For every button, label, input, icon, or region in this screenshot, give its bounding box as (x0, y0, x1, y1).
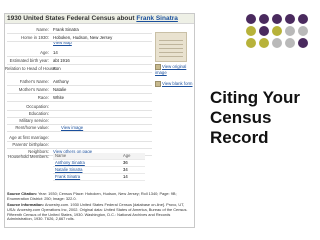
field-label: Mother's Name: (18, 87, 49, 92)
field-value: 14 (53, 50, 58, 55)
field-value: Son (53, 66, 61, 71)
view-blank-form-link[interactable]: View blank form (155, 81, 193, 87)
row-divider (7, 41, 152, 42)
source-citation: Source Citation: Year: 1930; Census Plac… (7, 191, 190, 202)
table-row: Natalie Sinatra 34 (53, 167, 145, 174)
person-name-link[interactable]: Frank Sinatra (136, 15, 178, 22)
member-name-link[interactable]: Frank Sinatra (55, 174, 80, 180)
row-divider (7, 72, 152, 73)
table-row: Anthony Sinatra 36 (53, 160, 145, 167)
record-field-row: Relation to Head of House: Son (5, 65, 151, 72)
decorative-dot (285, 26, 295, 36)
slide-title-line-3: Record (210, 128, 269, 147)
member-age: 36 (123, 160, 128, 165)
view-original-image-link[interactable]: View original image (155, 64, 189, 75)
decorative-dot (259, 38, 269, 48)
decorative-dot (272, 26, 282, 36)
field-label: Father's Name: (19, 79, 49, 84)
decorative-dot (272, 38, 282, 48)
member-age: 34 (123, 167, 128, 172)
decorative-dot (246, 38, 256, 48)
record-field-row: Occupation: (5, 103, 151, 110)
about-label: about (116, 15, 135, 22)
record-field-row: Parents' birthplace: (5, 141, 151, 148)
field-label: Occupation: (26, 104, 49, 109)
record-field-row: Race: White (5, 94, 151, 101)
household-header-row: Name Age (53, 153, 145, 160)
field-label: Estimated birth year: (9, 58, 49, 63)
field-label: Age at first marriage: (9, 135, 49, 140)
decorative-dot (246, 14, 256, 24)
record-field-row: Father's Name: Anthony (5, 78, 151, 85)
field-label: Name: (36, 27, 49, 32)
record-field-row: Home in 1930: Hoboken, Hudson, New Jersey… (5, 34, 151, 45)
field-label: Military service: (19, 118, 49, 123)
row-divider (7, 131, 152, 132)
field-value: abt 1916 (53, 58, 70, 63)
decorative-dot (298, 26, 308, 36)
record-field-row: Rent/home value: View image (5, 124, 151, 131)
slide-title-line-1: Citing Your (210, 88, 301, 107)
field-link[interactable]: View image (61, 124, 83, 131)
household-table: Name Age Anthony Sinatra 36 Natalie Sina… (53, 153, 145, 181)
decorative-dot (246, 26, 256, 36)
decorative-dot (272, 14, 282, 24)
decorative-dot (298, 38, 308, 48)
household-label: Household Members: (8, 154, 49, 159)
form-icon (155, 81, 161, 87)
record-image-thumbnail[interactable] (155, 32, 187, 62)
decorative-dot (298, 14, 308, 24)
field-value: White (53, 95, 64, 100)
census-title: 1930 United States Federal Census (7, 15, 116, 22)
household-section: Household Members: Name Age Anthony Sina… (5, 153, 194, 183)
decorative-dot (285, 14, 295, 24)
record-field-row: Age at first marriage: (5, 134, 151, 141)
field-value: Anthony (53, 79, 69, 84)
field-label: Race: (37, 95, 49, 100)
record-header: 1930 United States Federal Census about … (5, 14, 194, 24)
record-field-row: Mother's Name: Natalie (5, 86, 151, 93)
slide-title: Citing Your Census Record (210, 88, 315, 148)
col-name-header: Name (55, 153, 67, 158)
member-age: 14 (123, 174, 128, 179)
field-value: Natalie (53, 87, 67, 92)
col-age-header: Age (123, 153, 131, 158)
decorative-dot (259, 26, 269, 36)
record-field-row: Estimated birth year: abt 1916 (5, 57, 151, 64)
field-label: Age: (40, 50, 49, 55)
slide-title-line-2: Census (210, 108, 272, 127)
source-information: Source Information: Ancestry.com. 1930 U… (7, 202, 190, 222)
record-field-row: Military service: (5, 117, 151, 124)
field-label: Relation to Head of House: (5, 66, 57, 71)
table-row: Frank Sinatra 14 (53, 174, 145, 181)
record-field-row: Name: Frank Sinatra (5, 26, 151, 33)
decorative-dot-grid (246, 14, 316, 50)
record-field-row: Education: (5, 110, 151, 117)
field-label: Parents' birthplace: (12, 142, 49, 147)
field-value: Frank Sinatra (53, 27, 79, 32)
record-field-row: Age: 14 (5, 49, 151, 56)
row-divider (7, 101, 152, 102)
view-blank-form-label: View blank form (162, 81, 193, 87)
field-label: Rent/home value: (15, 125, 49, 130)
decorative-dot (259, 14, 269, 24)
field-label: Home in 1930: (21, 35, 49, 40)
member-name-link[interactable]: Natalie Sinatra (55, 167, 82, 173)
member-name-link[interactable]: Anthony Sinatra (55, 160, 85, 166)
decorative-dot (285, 38, 295, 48)
census-record-screenshot: 1930 United States Federal Census about … (4, 13, 195, 228)
field-label: Education: (28, 111, 49, 116)
